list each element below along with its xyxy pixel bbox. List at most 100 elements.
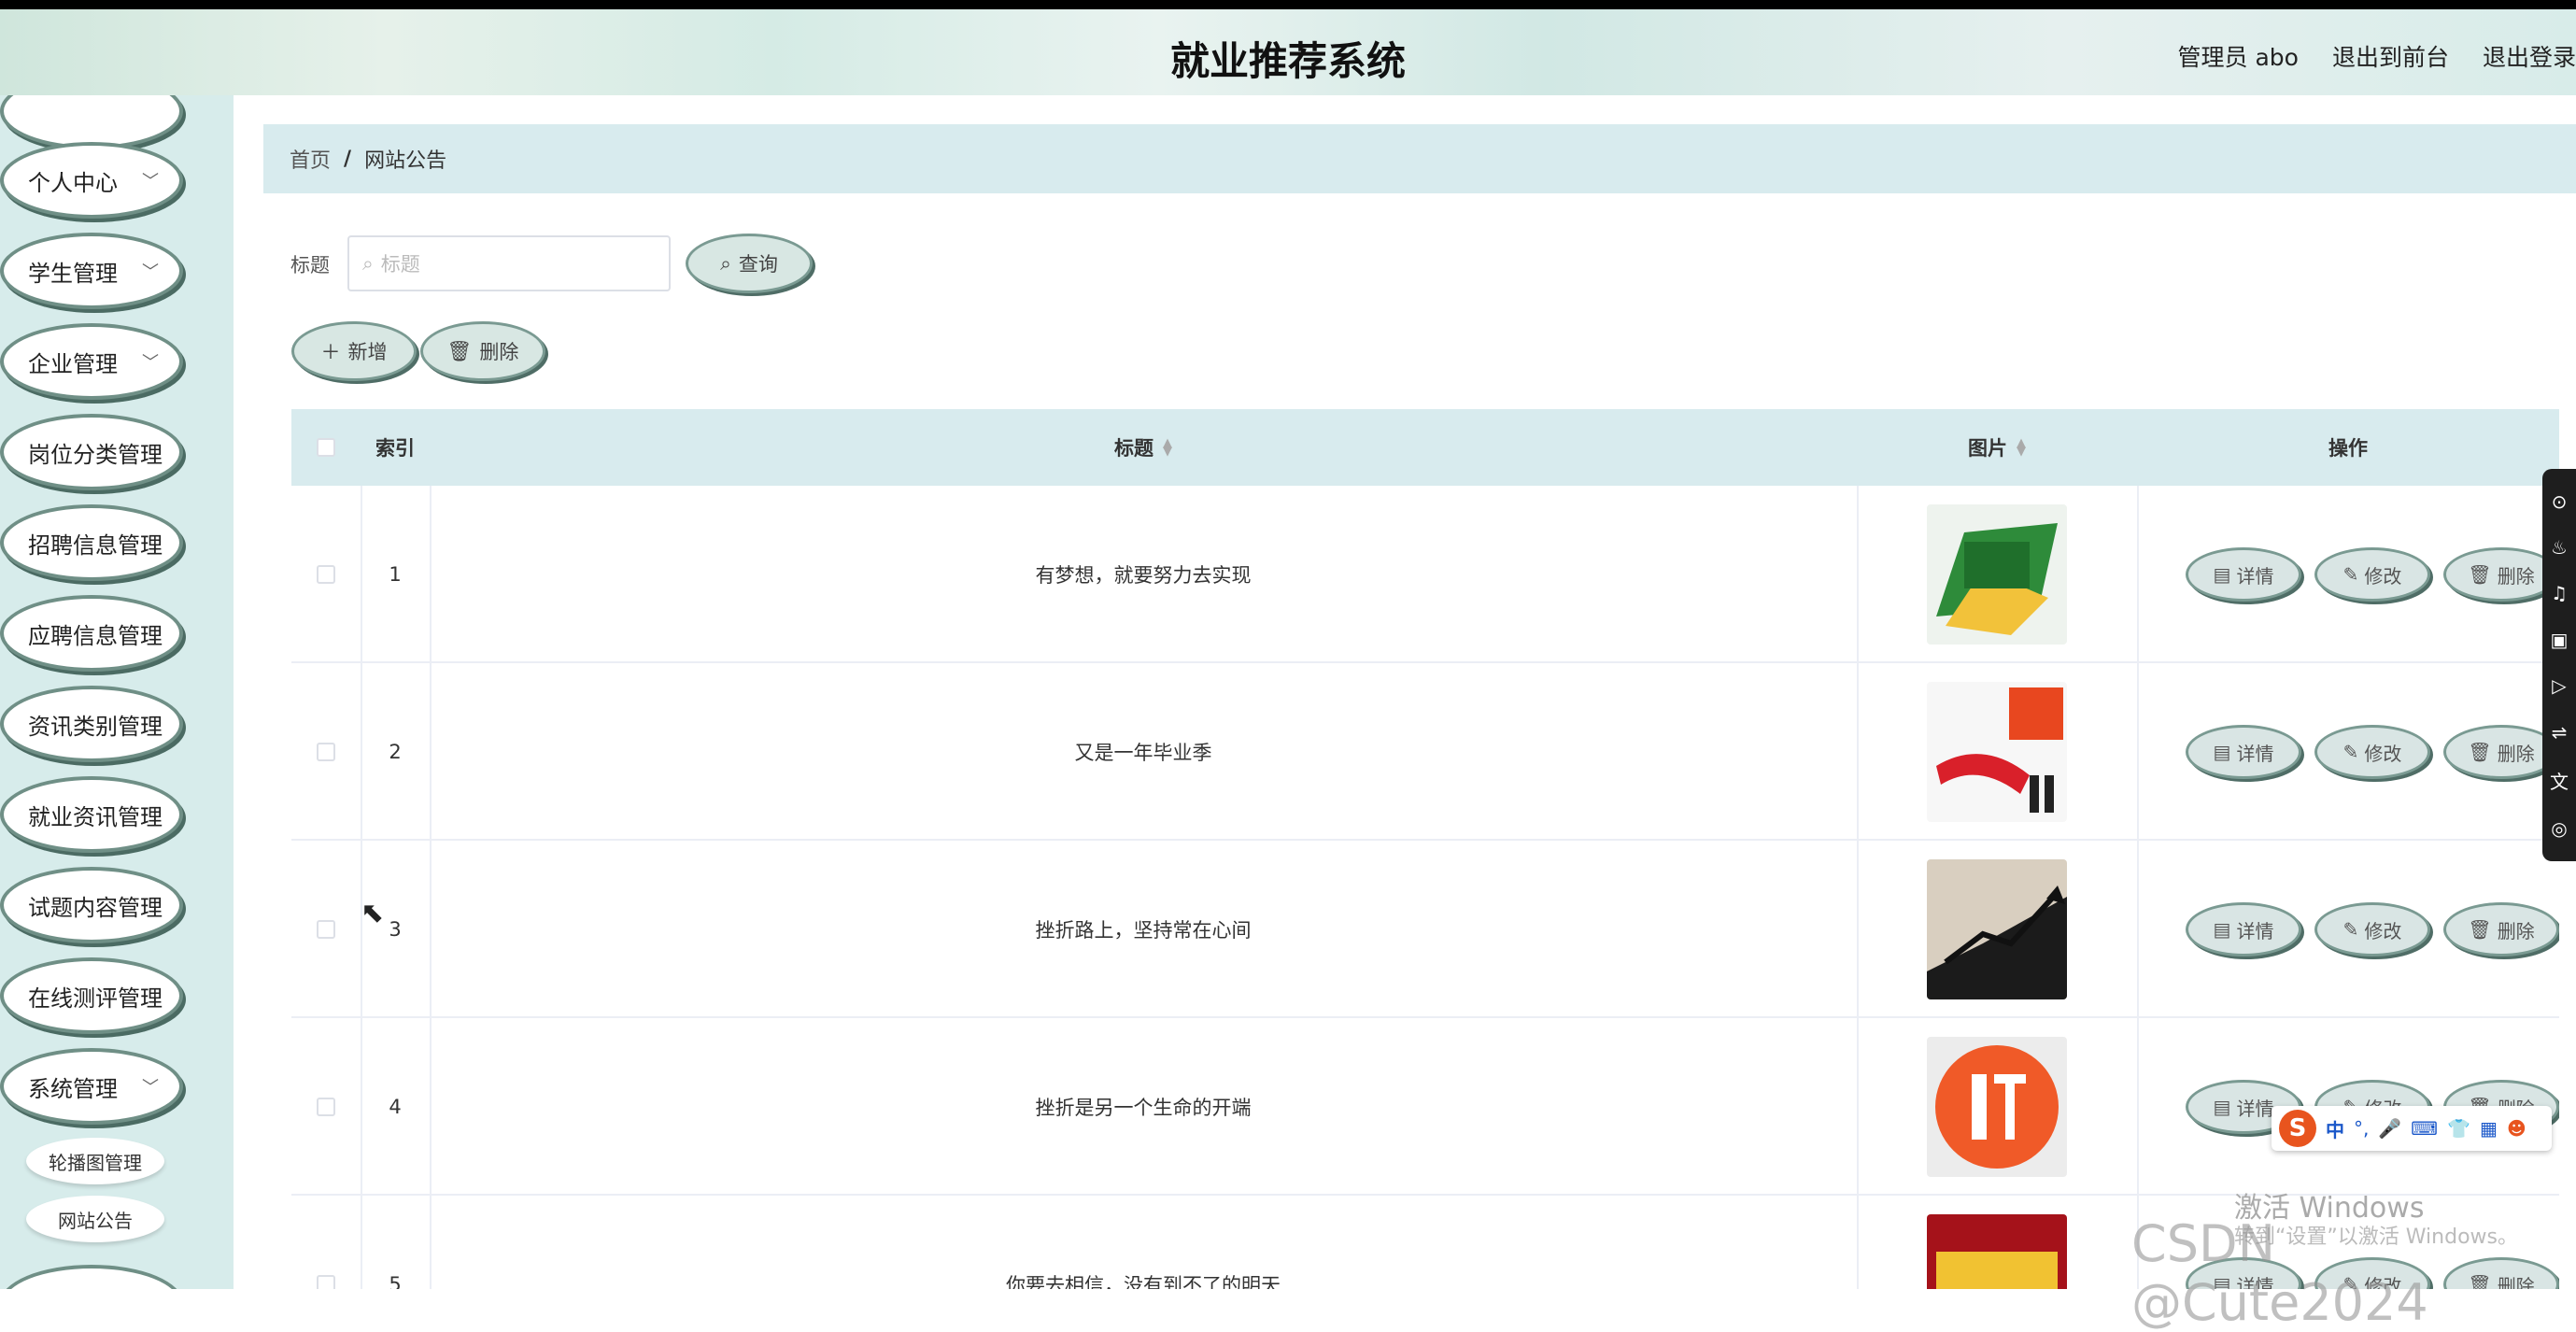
sidebar-item-label: 个人中心: [28, 169, 118, 196]
sidebar: 个人中心 ﹀ 学生管理 ﹀ 企业管理 ﹀ 岗位分类管理 招聘信息管理 应聘信息管理 资…: [0, 95, 234, 1289]
apps-icon[interactable]: ▦: [2480, 1117, 2498, 1140]
trash-icon: 🗑: [2468, 741, 2492, 763]
edit-button[interactable]: ✎修改: [2314, 547, 2430, 602]
breadcrumb-current: 网站公告: [364, 149, 447, 173]
logout-link[interactable]: 退出登录: [2483, 39, 2576, 73]
sidebar-item-label: 就业资讯管理: [28, 803, 163, 830]
trash-icon: 🗑: [2468, 918, 2492, 941]
sidebar-subitem-announcements[interactable]: 网站公告: [26, 1196, 164, 1242]
row-checkbox[interactable]: [317, 1275, 335, 1289]
fire-icon[interactable]: ♨: [2551, 536, 2568, 559]
row-index: 5: [389, 1273, 402, 1289]
ime-toolbar: S 中 °, 🎤 ⌨ 👕 ▦ ☻: [2272, 1106, 2552, 1151]
row-checkbox[interactable]: [317, 920, 335, 939]
sidebar-item-label: 招聘信息管理: [28, 531, 163, 559]
pencil-icon: ✎: [2342, 741, 2359, 763]
sidebar-item-label: 在线测评管理: [28, 985, 163, 1012]
music-icon[interactable]: ♫: [2551, 582, 2568, 604]
announcement-table: 索引 标题 ▲ ▼ 图片 ▲ ▼ 操作 1 有梦想，就要努力去实现 ▤ 详情 ✎ 修改 🗑 删…: [291, 409, 2559, 1289]
pencil-icon: ✎: [2342, 918, 2359, 941]
search-placeholder: 标题: [380, 253, 420, 276]
avatar-icon[interactable]: ☻: [2507, 1117, 2526, 1140]
sogou-logo-icon[interactable]: S: [2279, 1110, 2316, 1147]
announcement-image: [1927, 682, 2067, 822]
table-row: 4 挫折是另一个生命的开端 ▤详情 ✎修改 🗑删除: [291, 1018, 2559, 1196]
camera-icon[interactable]: ◎: [2551, 817, 2567, 840]
document-icon: ▤: [2213, 918, 2231, 941]
search-icon: ⌕: [362, 251, 374, 275]
col-title[interactable]: 标题 ▲ ▼: [430, 409, 1857, 486]
row-title: 有梦想，就要努力去实现: [1035, 564, 1252, 587]
top-strip: [0, 0, 2576, 9]
announcement-image: [1927, 1214, 2067, 1289]
sidebar-item-employment-news[interactable]: 就业资讯管理: [0, 776, 183, 853]
play-icon[interactable]: ▷: [2552, 674, 2566, 697]
translate-icon[interactable]: 文: [2550, 767, 2569, 794]
row-title: 挫折是另一个生命的开端: [1035, 1097, 1252, 1119]
sidebar-item-personal[interactable]: 个人中心 ﹀: [0, 142, 183, 219]
search-label: 标题: [290, 254, 330, 276]
delete-button[interactable]: 🗑删除: [2443, 902, 2559, 956]
ime-mode[interactable]: 中: [2326, 1115, 2344, 1142]
trash-icon: 🗑: [446, 339, 473, 362]
chevron-down-icon: ﹀: [142, 353, 159, 373]
row-index: 2: [389, 741, 402, 763]
sidebar-item-job-categories[interactable]: 岗位分类管理: [0, 414, 183, 490]
switch-icon[interactable]: ⇌: [2552, 721, 2568, 744]
announcement-image: [1927, 504, 2067, 645]
breadcrumb-home[interactable]: 首页: [290, 144, 331, 174]
row-title: 你要去相信，没有到不了的明天: [1006, 1274, 1281, 1289]
table-row: 2 又是一年毕业季 ▤ 详情 ✎ 修改 🗑 删除: [291, 663, 2559, 841]
search-icon[interactable]: ⊙: [2552, 490, 2568, 513]
row-checkbox[interactable]: [317, 1098, 335, 1116]
sidebar-item-applications[interactable]: 应聘信息管理: [0, 595, 183, 672]
row-title: 挫折路上，坚持常在心间: [1035, 919, 1252, 942]
sidebar-item-news-categories[interactable]: 资讯类别管理: [0, 686, 183, 762]
search-input[interactable]: ⌕ 标题: [347, 235, 671, 291]
sidebar-item-system[interactable]: 系统管理 ﹀: [0, 1048, 183, 1125]
sidebar-subitem-carousel[interactable]: 轮播图管理: [26, 1138, 164, 1184]
microphone-icon[interactable]: 🎤: [2378, 1117, 2401, 1140]
mouse-cursor-icon: ⬉: [361, 897, 385, 929]
row-index: 1: [389, 563, 402, 586]
punctuation-icon[interactable]: °,: [2354, 1117, 2369, 1140]
detail-button[interactable]: ▤ 详情: [2186, 725, 2301, 779]
sort-icon[interactable]: ▲ ▼: [1163, 437, 1172, 458]
video-icon[interactable]: ▣: [2551, 629, 2569, 651]
detail-button[interactable]: ▤ 详情: [2186, 902, 2301, 956]
row-title: 又是一年毕业季: [1074, 742, 1212, 764]
row-checkbox[interactable]: [317, 565, 335, 584]
sidebar-item-partial-bottom[interactable]: [0, 1265, 183, 1289]
announcement-image: [1927, 859, 2067, 999]
sidebar-item-assessment[interactable]: 在线测评管理: [0, 957, 183, 1034]
csdn-watermark: CSDN @Cute2024: [2131, 1214, 2428, 1332]
add-button[interactable]: ＋ 新增: [291, 321, 417, 381]
col-image[interactable]: 图片 ▲ ▼: [1857, 409, 2137, 486]
select-all-cell: [291, 409, 361, 486]
back-to-front-link[interactable]: 退出到前台: [2332, 39, 2449, 73]
sidebar-item-students[interactable]: 学生管理 ﹀: [0, 233, 183, 309]
query-button[interactable]: ⌕ 查询: [686, 234, 813, 293]
skin-icon[interactable]: 👕: [2447, 1117, 2470, 1140]
table-row: 3 挫折路上，坚持常在心间 ▤ 详情 ✎ 修改 🗑 删除: [291, 841, 2559, 1018]
announcement-image: [1927, 1037, 2067, 1177]
detail-button[interactable]: ▤ 详情: [2186, 547, 2301, 602]
floating-toolbar: ⊙ ♨ ♫ ▣ ▷ ⇌ 文 ◎: [2542, 469, 2576, 861]
row-checkbox[interactable]: [317, 743, 335, 761]
sidebar-item-companies[interactable]: 企业管理 ﹀: [0, 323, 183, 400]
document-icon: ▤: [2213, 1096, 2231, 1118]
keyboard-icon[interactable]: ⌨: [2411, 1117, 2438, 1140]
sidebar-item-questions[interactable]: 试题内容管理: [0, 867, 183, 943]
col-index: 索引: [375, 437, 415, 460]
edit-button[interactable]: ✎修改: [2314, 902, 2430, 956]
select-all-checkbox[interactable]: [317, 438, 335, 457]
sort-icon[interactable]: ▲ ▼: [2017, 437, 2026, 458]
pencil-icon: ✎: [2342, 563, 2359, 586]
batch-delete-button[interactable]: 🗑 删除: [420, 321, 545, 381]
document-icon: ▤: [2213, 563, 2231, 586]
edit-button[interactable]: ✎修改: [2314, 725, 2430, 779]
chevron-down-icon: ﹀: [142, 1078, 159, 1098]
sidebar-item-recruitment[interactable]: 招聘信息管理: [0, 504, 183, 581]
chevron-down-icon: ﹀: [142, 262, 159, 282]
col-actions: 操作: [2328, 437, 2368, 460]
